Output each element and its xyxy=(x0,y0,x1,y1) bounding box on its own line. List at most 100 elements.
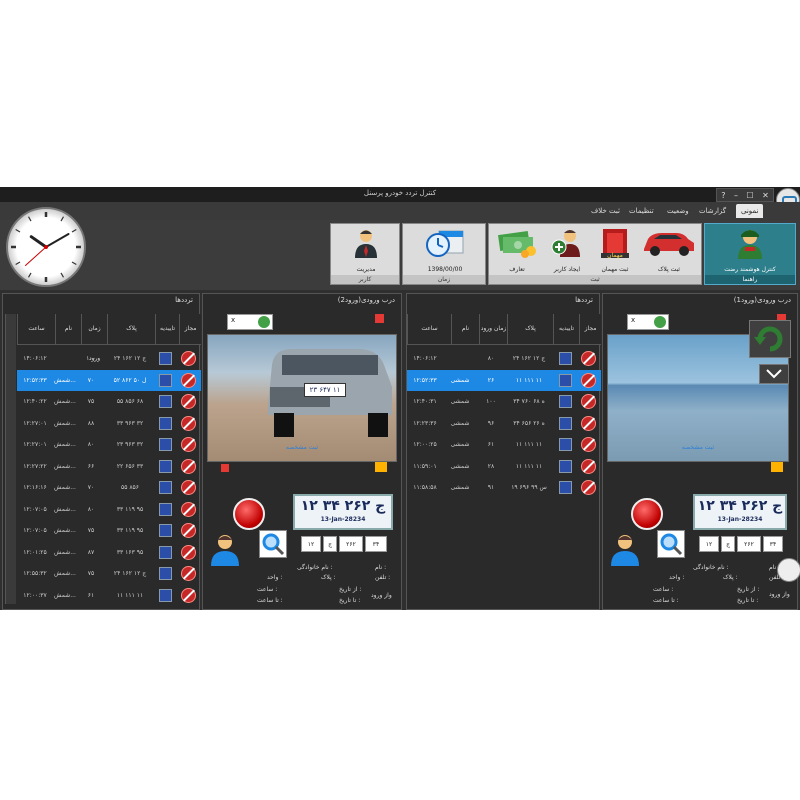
table-row[interactable]: ۱۱ ۱۱۱ ۱۱ ۲۸ شمشی ۱۱:۵۹:۰۱ xyxy=(407,456,601,477)
tab-home[interactable]: نمونی xyxy=(736,204,764,218)
gate2-open-button[interactable] xyxy=(233,498,265,530)
tab-settings[interactable]: تنظیمات xyxy=(624,204,659,218)
save-icon[interactable] xyxy=(159,438,172,451)
traffic1-col-entry[interactable]: زمان ورود xyxy=(479,314,507,344)
traffic2-col-allowed[interactable]: مجاز xyxy=(179,314,201,344)
search-button[interactable] xyxy=(259,530,287,558)
tariff-button[interactable]: تعارف xyxy=(493,227,541,273)
create-user-button[interactable]: ایجاد کاربر xyxy=(545,227,589,273)
close-icon[interactable]: ✕ xyxy=(762,191,769,200)
gate2-plate-part-3[interactable]: ج xyxy=(323,536,337,552)
register-plate-button[interactable]: ثبت پلاک xyxy=(639,227,699,273)
save-icon[interactable] xyxy=(159,502,172,516)
traffic2-col-plate[interactable]: پلاک xyxy=(107,314,155,344)
date-time-button[interactable]: 1398/00/00 xyxy=(407,227,483,273)
save-icon[interactable] xyxy=(159,481,172,494)
traffic2-col-name[interactable]: نام xyxy=(55,314,81,344)
traffic2-col-confirm[interactable]: تاییدیه xyxy=(155,314,179,344)
not-allowed-icon[interactable] xyxy=(181,394,196,409)
not-allowed-icon[interactable] xyxy=(181,587,196,603)
traffic2-scrollbar[interactable] xyxy=(5,314,16,604)
gate1-plate-part-4[interactable]: ۱۲ xyxy=(699,536,719,552)
save-icon[interactable] xyxy=(559,481,572,494)
gate2-plate-part-2[interactable]: ۲۶۲ xyxy=(339,536,363,552)
save-icon[interactable] xyxy=(159,524,172,537)
help-icon[interactable]: ? xyxy=(721,191,725,200)
manager-button[interactable]: مدیریت xyxy=(335,227,397,273)
gate2-plate-part-1[interactable]: ۳۴ xyxy=(365,536,387,552)
smart-control-button[interactable]: کنترل هوشمند رضت xyxy=(707,227,793,273)
table-row[interactable]: ۲۴ ۱۶۲ ج ۱۲ ۸۰ ۱۴:۰۶:۱۲ xyxy=(407,348,601,369)
not-allowed-icon[interactable] xyxy=(181,372,196,388)
save-icon[interactable] xyxy=(559,395,572,408)
gate1-check-box[interactable]: x xyxy=(627,314,669,330)
traffic1-col-allowed[interactable]: مجاز xyxy=(579,314,601,344)
table-row[interactable]: ۲۳ ۹۶۳ ۳۲ ۸۰ شمش... ۱۲:۲۷:۰۱ xyxy=(17,434,201,455)
not-allowed-icon[interactable] xyxy=(181,351,196,366)
traffic1-col-plate[interactable]: پلاک xyxy=(507,314,553,344)
save-icon[interactable] xyxy=(559,352,572,365)
save-icon[interactable] xyxy=(159,416,172,430)
table-row[interactable]: ۳۳ ۱۱۹ ۹۵ ۸۰ شمش... ۱۲:۰۷:۰۵ xyxy=(17,499,201,520)
save-icon[interactable] xyxy=(159,395,172,408)
search-button[interactable] xyxy=(657,530,685,558)
traffic2-col-entry[interactable]: زمان ورود xyxy=(81,314,107,362)
table-row[interactable]: ۵۲ ۸۶۲ ل ۵۰ ۷۰ شمش... ۱۲:۵۲:۳۳ xyxy=(17,369,201,391)
table-row[interactable]: ۳۴ ۶۵۶ ه ۲۶ ۹۶ شمشی ۱۲:۲۳:۳۶ xyxy=(407,413,601,434)
tab-reports[interactable]: گزارشات xyxy=(694,204,731,218)
save-icon[interactable] xyxy=(159,567,172,580)
table-row[interactable]: ۱۱ ۱۱۱ ۱۱ ۶۱ شمشی ۱۲:۰۰:۲۵ xyxy=(407,434,601,455)
maximize-icon[interactable]: ☐ xyxy=(746,191,753,200)
traffic1-col-time[interactable]: ساعت xyxy=(407,314,451,344)
table-row[interactable]: ۵۵ ۸۵۶ ۶۸ ۷۵ شمش... ۱۲:۴۰:۲۲ xyxy=(17,391,201,412)
save-icon[interactable] xyxy=(559,416,572,430)
tab-status[interactable]: وضعیت xyxy=(662,204,694,218)
save-icon[interactable] xyxy=(559,459,572,473)
traffic1-col-confirm[interactable]: تاییدیه xyxy=(553,314,579,344)
gate2-plate-part-4[interactable]: ۱۲ xyxy=(301,536,321,552)
camera-icon[interactable] xyxy=(771,462,783,472)
traffic1-col-name[interactable]: نام xyxy=(451,314,479,344)
table-row[interactable]: ۳۳ ۹۶۳ ۳۲ ۸۸ شمش... ۱۲:۲۷:۰۱ xyxy=(17,413,201,434)
table-row[interactable]: ۳۴ ۷۶۰ ه ۶۸ ۱۰۰ شمشی ۱۲:۴۰:۳۱ xyxy=(407,391,601,412)
table-row[interactable]: ۵۵ ۸۵۶ ۷۰ شمش... ۱۲:۱۶:۱۶ xyxy=(17,477,201,498)
not-allowed-icon[interactable] xyxy=(181,544,196,560)
tab-violation[interactable]: ثبت خلاف xyxy=(586,204,625,218)
not-allowed-icon[interactable] xyxy=(581,415,596,431)
gate1-plate-part-1[interactable]: ۳۴ xyxy=(763,536,783,552)
gate2-check-box[interactable]: x xyxy=(227,314,273,330)
refresh-button[interactable] xyxy=(749,320,791,358)
save-icon[interactable] xyxy=(159,352,172,365)
not-allowed-icon[interactable] xyxy=(581,351,596,366)
table-row[interactable]: ۱۱ ۱۱۱ ۱۱ ۶۱ شمش... ۱۲:۰۰:۳۷ xyxy=(17,585,201,606)
not-allowed-icon[interactable] xyxy=(181,501,196,517)
traffic2-col-time[interactable]: ساعت xyxy=(17,314,55,344)
not-allowed-icon[interactable] xyxy=(581,458,596,474)
not-allowed-icon[interactable] xyxy=(181,415,196,431)
not-allowed-icon[interactable] xyxy=(581,437,596,452)
save-icon[interactable] xyxy=(159,545,172,559)
camera-icon[interactable] xyxy=(375,462,387,472)
save-icon[interactable] xyxy=(159,459,172,473)
not-allowed-icon[interactable] xyxy=(181,480,196,495)
not-allowed-icon[interactable] xyxy=(181,523,196,538)
not-allowed-icon[interactable] xyxy=(581,394,596,409)
dropdown-button[interactable] xyxy=(759,364,789,384)
table-row[interactable]: ۳۳ ۱۶۳ ۹۵ ۸۷ شمش... ۱۲:۰۱:۲۵ xyxy=(17,542,201,563)
table-row[interactable]: ۲۴ ۱۶۲ ج ۱۲ ۱۰۰ ۱۴:۰۶:۱۲ xyxy=(17,348,201,369)
not-allowed-icon[interactable] xyxy=(581,372,596,388)
gate1-plate-part-2[interactable]: ۲۶۲ xyxy=(737,536,761,552)
table-row[interactable]: ۱۹ ۶۹۶ س ۹۹ ۹۱ شمشی ۱۱:۵۸:۵۸ xyxy=(407,477,601,498)
save-icon[interactable] xyxy=(559,373,572,387)
register-guest-button[interactable]: مهمان ثبت مهمان xyxy=(593,227,637,273)
gate1-plate-part-3[interactable]: ج xyxy=(721,536,735,552)
not-allowed-icon[interactable] xyxy=(581,480,596,495)
save-icon[interactable] xyxy=(159,373,172,387)
table-row[interactable]: ۲۴ ۱۶۲ ج ۱۲ ۷۵ شمش... ۱۲:۵۵:۳۲ xyxy=(17,563,201,584)
table-row[interactable]: ۱۱ ۱۱۱ ۱۱ ۲۶ شمشی ۱۲:۵۲:۳۳ xyxy=(407,369,601,391)
save-icon[interactable] xyxy=(159,588,172,602)
table-row[interactable]: ۳۳ ۱۱۹ ۹۵ ۷۵ شمش... ۱۲:۰۷:۰۵ xyxy=(17,520,201,541)
save-icon[interactable] xyxy=(559,438,572,451)
table-row[interactable]: ۲۲ ۶۵۶ ۳۳ ۶۶ شمش... ۱۲:۲۷:۲۲ xyxy=(17,456,201,477)
not-allowed-icon[interactable] xyxy=(181,437,196,452)
